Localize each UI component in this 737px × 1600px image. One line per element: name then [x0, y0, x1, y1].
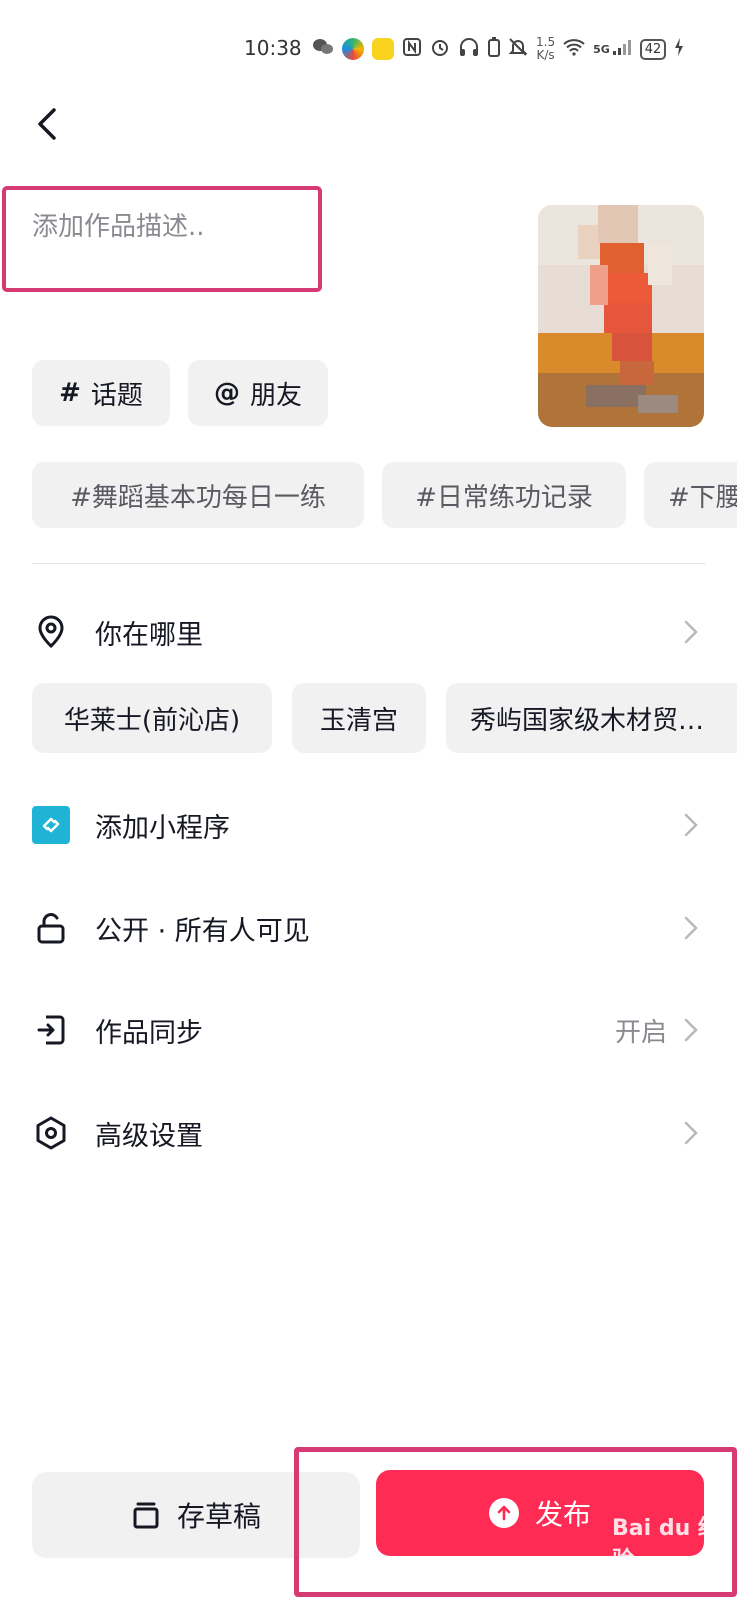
sync-row[interactable]: 作品同步 开启 [0, 995, 737, 1065]
advanced-settings-label: 高级设置 [95, 1120, 203, 1152]
wechat-icon [312, 37, 334, 61]
location-suggestion-chip[interactable]: 玉清宫 [292, 683, 426, 753]
location-suggestion-chip[interactable]: 华莱士(前沁店) [32, 683, 272, 753]
advanced-settings-row[interactable]: 高级设置 [0, 1098, 737, 1168]
nfc-icon [402, 37, 422, 61]
chevron-right-icon [684, 1121, 698, 1145]
unlock-icon [34, 911, 68, 945]
mention-friend-button-label: 朋友 [249, 380, 302, 411]
back-button[interactable] [30, 104, 66, 144]
status-icons: 1.5 K/s 5G 42 [312, 36, 684, 62]
mini-program-row[interactable]: 添加小程序 [0, 790, 737, 860]
video-cover-thumbnail[interactable] [538, 205, 704, 427]
chevron-right-icon [684, 1018, 698, 1042]
status-time: 10:38 [244, 36, 302, 60]
topic-button-label: 话题 [90, 380, 143, 411]
battery-level: 42 [639, 38, 667, 60]
network-type: 5G [593, 42, 610, 56]
chevron-right-icon [684, 916, 698, 940]
description-input[interactable] [30, 206, 304, 248]
sync-value: 开启 [614, 1017, 667, 1048]
chevron-right-icon [684, 813, 698, 837]
app-icon-yellow [372, 38, 394, 60]
visibility-label: 公开 · 所有人可见 [95, 915, 310, 947]
location-label: 你在哪里 [95, 619, 203, 651]
at-icon: @ [213, 378, 240, 408]
draft-box-icon [133, 1502, 159, 1529]
location-row[interactable]: 你在哪里 [0, 597, 737, 667]
battery-small-icon [488, 37, 500, 61]
charging-icon [674, 38, 684, 60]
save-draft-label: 存草稿 [176, 1500, 261, 1533]
chevron-left-icon [38, 108, 56, 140]
hexagon-settings-icon [34, 1116, 68, 1150]
network-speed: 1.5 K/s [536, 36, 555, 62]
mute-bell-icon [508, 37, 528, 61]
watermark: Bai du 经验 [612, 1516, 720, 1573]
suggested-topic-chip[interactable]: #下腰 [644, 462, 737, 528]
mini-program-icon [32, 806, 70, 844]
headphones-icon [458, 37, 480, 61]
cover-image [538, 205, 704, 427]
mention-friend-button[interactable]: @ 朋友 [188, 360, 328, 426]
location-pin-icon [34, 615, 68, 649]
sync-share-icon [34, 1013, 68, 1047]
signal-icon [612, 38, 632, 60]
speed-unit: K/s [536, 48, 555, 62]
visibility-row[interactable]: 公开 · 所有人可见 [0, 893, 737, 963]
mini-program-label: 添加小程序 [95, 812, 230, 844]
app-icon-colorful [342, 38, 364, 60]
wifi-icon [563, 38, 585, 60]
sync-label: 作品同步 [95, 1017, 203, 1049]
hash-icon: # [59, 378, 81, 408]
suggested-topic-chip[interactable]: #舞蹈基本功每日一练 [32, 462, 364, 528]
topic-button[interactable]: # 话题 [32, 360, 170, 426]
alarm-icon [430, 37, 450, 61]
chevron-right-icon [684, 620, 698, 644]
location-suggestion-chip[interactable]: 秀屿国家级木材贸… [446, 683, 737, 753]
divider [32, 563, 706, 564]
suggested-topic-chip[interactable]: #日常练功记录 [382, 462, 626, 528]
